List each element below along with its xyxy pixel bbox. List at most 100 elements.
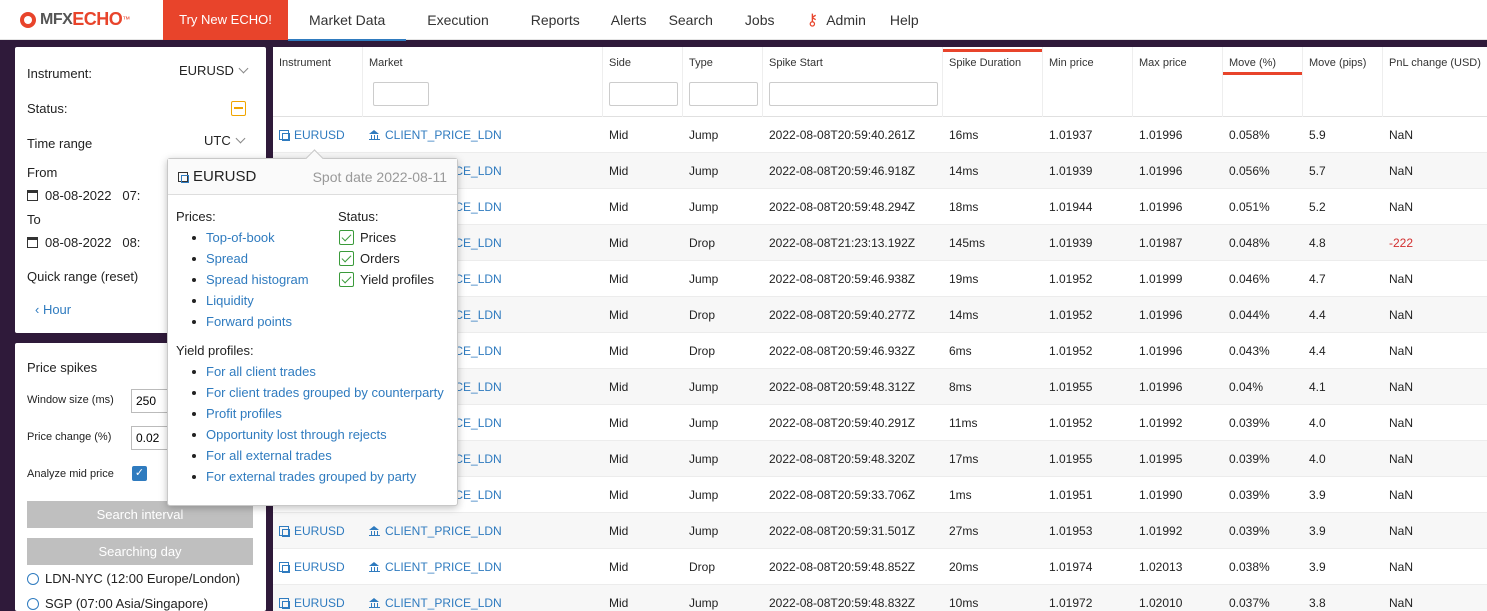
analyze-mid-label: Analyze mid price <box>27 468 114 480</box>
header-max-price[interactable]: Max price <box>1133 47 1223 117</box>
try-new-echo-button[interactable]: Try New ECHO! <box>163 0 288 40</box>
cell-spike-start: 2022-08-08T20:59:40.261Z <box>769 128 916 142</box>
cell-instrument[interactable]: EURUSD <box>273 117 363 153</box>
cell-spike-start: 2022-08-08T20:59:31.501Z <box>769 524 916 538</box>
type-filter-input[interactable] <box>689 82 758 106</box>
cell-spike-duration: 18ms <box>949 200 979 214</box>
instrument-link[interactable]: EURUSD <box>294 596 345 610</box>
market-link[interactable]: CLIENT_PRICE_LDN <box>385 596 502 610</box>
cell-market[interactable]: CLIENT_PRICE_LDN <box>363 513 603 549</box>
header-instrument[interactable]: Instrument <box>273 47 363 117</box>
cell-side: Mid <box>609 200 629 214</box>
table-row[interactable]: EURUSD CLIENT_PRICE_LDN Mid Jump 2022-08-08T… <box>273 513 1487 549</box>
nav-help[interactable]: Help <box>878 0 931 40</box>
cell-move-pips: 4.0 <box>1309 416 1326 430</box>
instrument-link[interactable]: EURUSD <box>294 560 345 574</box>
header-side[interactable]: Side <box>603 47 683 117</box>
chevron-down-icon <box>238 63 249 74</box>
session-sgp[interactable]: SGP (07:00 Asia/Singapore) <box>27 596 208 611</box>
cell-side: Mid <box>609 308 629 322</box>
searching-day-button[interactable]: Searching day <box>27 538 253 565</box>
timezone-select[interactable]: UTC <box>204 133 246 148</box>
from-label: From <box>27 165 58 180</box>
header-market[interactable]: Market <box>363 47 603 117</box>
cell-instrument[interactable]: EURUSD <box>273 513 363 549</box>
prices-section-label: Prices: <box>176 209 216 224</box>
cell-move-pips: 4.8 <box>1309 236 1326 250</box>
nav-execution[interactable]: Execution <box>406 0 509 40</box>
nav-admin-label: Admin <box>826 11 866 28</box>
price-change-input[interactable] <box>131 426 171 450</box>
nav-reports[interactable]: Reports <box>510 0 601 40</box>
table-row[interactable]: EURUSD CLIENT_PRICE_LDN Mid Drop 2022-08-08T… <box>273 549 1487 585</box>
cell-move-pips: 4.1 <box>1309 380 1326 394</box>
header-type[interactable]: Type <box>683 47 763 117</box>
nav-admin[interactable]: ⚷ Admin <box>795 0 878 40</box>
cell-spike-start: 2022-08-08T20:59:48.294Z <box>769 200 916 214</box>
cell-spike-start: 2022-08-08T21:23:13.192Z <box>769 236 916 250</box>
cell-move-pct: 0.046% <box>1229 272 1270 286</box>
link-external-trades-by-party[interactable]: For external trades grouped by party <box>206 469 416 484</box>
table-row[interactable]: EURUSD CLIENT_PRICE_LDN Mid Jump 2022-08-08T… <box>273 585 1487 611</box>
nav-jobs[interactable]: Jobs <box>725 0 795 40</box>
time-range-label: Time range <box>27 136 93 151</box>
link-liquidity[interactable]: Liquidity <box>206 293 254 308</box>
link-all-client-trades[interactable]: For all client trades <box>206 364 316 379</box>
cell-type: Jump <box>689 524 719 538</box>
cell-move-pct: 0.056% <box>1229 164 1270 178</box>
cell-move-pct: 0.048% <box>1229 236 1270 250</box>
header-spike-duration[interactable]: Spike Duration <box>943 47 1043 117</box>
analyze-mid-checkbox[interactable]: ✓ <box>132 466 147 481</box>
from-date-field[interactable]: 08-08-2022 07: <box>27 188 140 203</box>
header-move-pct[interactable]: Move (%) <box>1223 47 1303 117</box>
to-date-field[interactable]: 08-08-2022 08: <box>27 235 140 250</box>
hour-quick-range-button[interactable]: ‹ Hour <box>35 302 71 317</box>
link-forward-points[interactable]: Forward points <box>206 314 292 329</box>
header-pnl-change[interactable]: PnL change (USD) <box>1383 47 1487 117</box>
cell-min-price: 1.01939 <box>1049 236 1093 250</box>
cell-instrument[interactable]: EURUSD <box>273 549 363 585</box>
market-link[interactable]: CLIENT_PRICE_LDN <box>385 560 502 574</box>
link-client-trades-by-counterparty[interactable]: For client trades grouped by counterpart… <box>206 385 444 400</box>
link-top-of-book[interactable]: Top-of-book <box>206 230 275 245</box>
check-icon <box>339 272 354 287</box>
header-spike-start[interactable]: Spike Start <box>763 47 943 117</box>
market-link[interactable]: CLIENT_PRICE_LDN <box>385 524 502 538</box>
nav-alerts[interactable]: Alerts <box>601 0 657 40</box>
link-spread-histogram[interactable]: Spread histogram <box>206 272 309 287</box>
instrument-link[interactable]: EURUSD <box>294 128 345 142</box>
cell-market[interactable]: CLIENT_PRICE_LDN <box>363 549 603 585</box>
cell-market[interactable]: CLIENT_PRICE_LDN <box>363 117 603 153</box>
link-profit-profiles[interactable]: Profit profiles <box>206 406 282 421</box>
list-item: For client trades grouped by counterpart… <box>192 382 444 403</box>
cell-instrument[interactable]: EURUSD <box>273 585 363 611</box>
window-size-input[interactable] <box>131 389 171 413</box>
link-spread[interactable]: Spread <box>206 251 248 266</box>
cell-max-price: 1.01996 <box>1139 308 1183 322</box>
spike-start-filter-input[interactable] <box>769 82 938 106</box>
cell-move-pips: 3.9 <box>1309 560 1326 574</box>
logo[interactable]: MFX ECHO ™ <box>0 0 163 40</box>
nav-market-data[interactable]: Market Data <box>288 0 407 41</box>
cell-min-price: 1.01955 <box>1049 380 1093 394</box>
session-ldn-nyc[interactable]: LDN-NYC (12:00 Europe/London) <box>27 571 240 586</box>
nav-search[interactable]: Search <box>657 0 725 40</box>
instrument-link[interactable]: EURUSD <box>294 524 345 538</box>
table-row[interactable]: EURUSD CLIENT_PRICE_LDN Mid Jump 2022-08-08T… <box>273 117 1487 153</box>
header-move-pips[interactable]: Move (pips) <box>1303 47 1383 117</box>
instrument-select[interactable]: EURUSD <box>179 63 249 78</box>
cell-market[interactable]: CLIENT_PRICE_LDN <box>363 585 603 611</box>
status-indeterminate-icon[interactable] <box>231 101 246 116</box>
market-link[interactable]: CLIENT_PRICE_LDN <box>385 128 502 142</box>
cell-spike-duration: 17ms <box>949 452 979 466</box>
cell-spike-start: 2022-08-08T20:59:46.938Z <box>769 272 916 286</box>
link-all-external-trades[interactable]: For all external trades <box>206 448 332 463</box>
link-opportunity-lost[interactable]: Opportunity lost through rejects <box>206 427 387 442</box>
table-header: Instrument Market Side Type Spike Start … <box>273 47 1487 117</box>
market-filter-input[interactable] <box>373 82 429 106</box>
header-min-price[interactable]: Min price <box>1043 47 1133 117</box>
quick-range-label[interactable]: Quick range (reset) <box>27 269 138 284</box>
status-items: Prices Orders Yield profiles <box>339 227 434 290</box>
cell-type: Jump <box>689 380 719 394</box>
side-filter-input[interactable] <box>609 82 678 106</box>
